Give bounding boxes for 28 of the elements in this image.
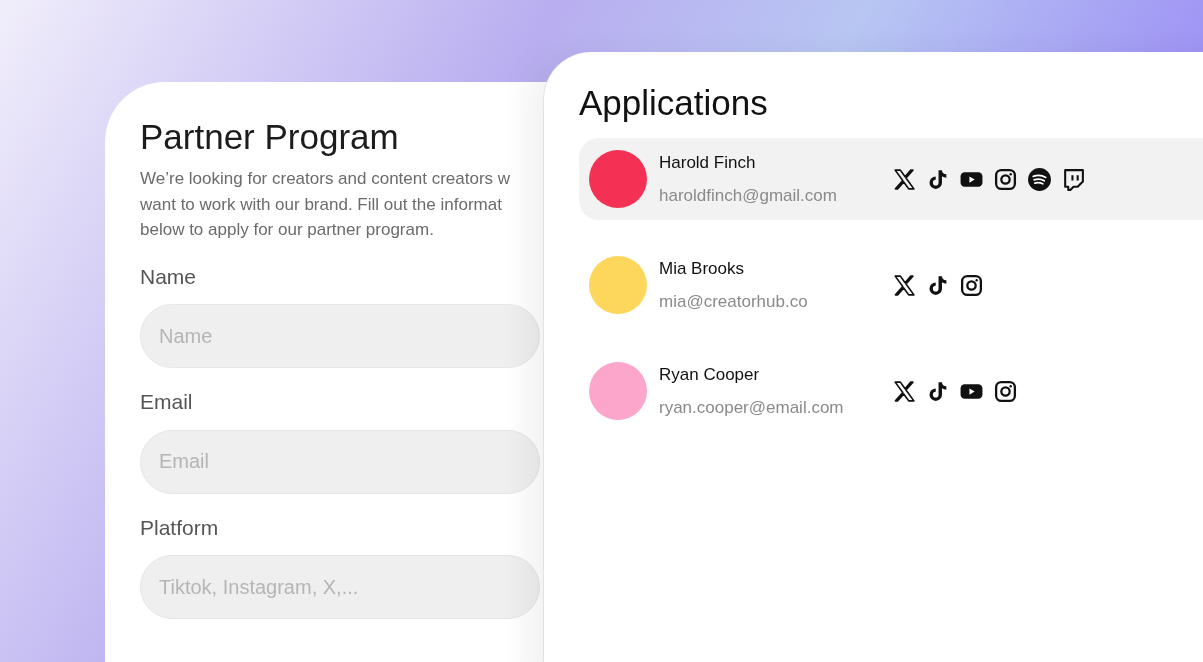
description-line: We’re looking for creators and content creators w	[140, 168, 512, 190]
input-field[interactable]: Name	[140, 304, 540, 368]
panel-title: Applications	[579, 82, 769, 124]
x-logo-icon	[891, 166, 916, 192]
application-row[interactable]: Harold Finch haroldfinch@gmail.com	[579, 138, 1203, 220]
x-logo-icon	[891, 272, 916, 298]
applicant-name: Mia Brooks	[659, 257, 746, 280]
camera-icon	[959, 272, 984, 298]
description-line: want to work with our brand. Fill out the informat	[140, 193, 503, 216]
application-row[interactable]: Ryan Cooper ryan.cooper@email.com	[579, 350, 1203, 432]
chat-bubble-icon	[1061, 166, 1086, 192]
input-field[interactable]: Tiktok, Instagram, X,...	[140, 555, 540, 619]
field-label: Name	[140, 263, 198, 290]
applicant-name: Ryan Cooper	[659, 363, 761, 386]
x-logo-icon	[891, 378, 916, 404]
sound-waves-icon	[1027, 166, 1052, 192]
applicant-email: haroldfinch@gmail.com	[659, 185, 838, 207]
applicant-email: ryan.cooper@email.com	[659, 397, 845, 419]
description-line: below to apply for our partner program.	[140, 219, 435, 241]
field-label: Email	[140, 389, 194, 415]
input-field[interactable]: Email	[140, 429, 540, 494]
application-row[interactable]: Mia Brooks mia@creatorhub.co	[579, 244, 1203, 326]
camera-icon	[993, 378, 1018, 404]
applicant-name: Harold Finch	[659, 151, 757, 174]
form-title: Partner Program	[140, 116, 400, 158]
camera-icon	[993, 166, 1018, 192]
applicant-email: mia@creatorhub.co	[659, 291, 809, 313]
field-label: Platform	[140, 514, 220, 541]
